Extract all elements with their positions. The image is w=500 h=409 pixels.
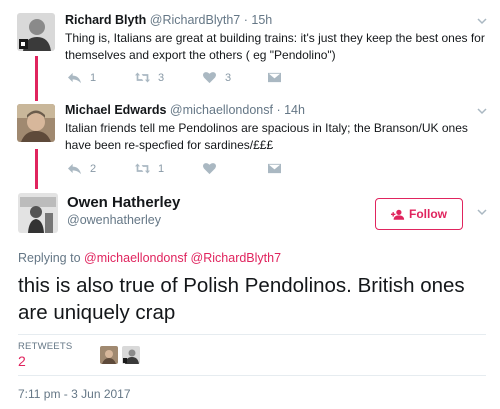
reply-icon (68, 72, 81, 84)
reply-mention-link[interactable]: @michaellondonsf (84, 251, 187, 265)
avatar-photo-icon (100, 346, 118, 364)
tweet-time[interactable]: 15h (251, 13, 272, 27)
author-handle[interactable]: @michaellondonsf (170, 103, 273, 117)
retweet-count: 1 (158, 162, 165, 175)
retweet-icon (135, 72, 150, 83)
tweet-timestamp[interactable]: 7:11 pm - 3 Jun 2017 (18, 387, 131, 401)
chevron-down-icon (477, 209, 487, 216)
reply-button[interactable]: 2 (67, 162, 96, 175)
retweet-count: 3 (158, 71, 165, 84)
main-author-name[interactable]: Owen Hatherley (67, 194, 180, 211)
separator: · (276, 103, 281, 117)
add-user-icon (391, 209, 405, 220)
heart-icon (203, 163, 216, 175)
avatar-photo-icon (18, 193, 58, 233)
retweeter-avatar[interactable] (100, 346, 118, 364)
main-tweet-text: this is also true of Polish Pendolinos. … (18, 274, 465, 324)
avatar-photo-icon (122, 346, 140, 364)
reply-mention-link[interactable]: @RichardBlyth7 (191, 251, 282, 265)
like-count: 3 (225, 71, 232, 84)
avatar-photo-icon (17, 13, 55, 51)
author-handle[interactable]: @RichardBlyth7 (150, 13, 241, 27)
more-options-caret[interactable] (476, 104, 488, 116)
reply-count: 1 (90, 71, 97, 84)
separator: · (243, 13, 248, 27)
retweet-button[interactable]: 3 (135, 71, 164, 84)
divider (18, 334, 486, 335)
author-name[interactable]: Richard Blyth (65, 13, 146, 27)
direct-message-button[interactable] (267, 162, 290, 175)
reply-count: 2 (90, 162, 97, 175)
reply-button[interactable]: 1 (67, 71, 96, 84)
like-button[interactable] (202, 162, 225, 175)
chevron-down-icon (477, 18, 487, 25)
retweets-label[interactable]: RETWEETS (18, 341, 72, 352)
divider (18, 375, 486, 376)
main-author-handle[interactable]: @owenhatherley (67, 213, 161, 227)
avatar[interactable] (18, 193, 58, 233)
retweeter-avatar[interactable] (122, 346, 140, 364)
more-options-caret[interactable] (476, 205, 488, 217)
retweet-button[interactable]: 1 (135, 162, 164, 175)
author-name[interactable]: Michael Edwards (65, 103, 166, 117)
avatar-photo-icon (17, 104, 55, 142)
thread-tweet[interactable]: Michael Edwards @michaellondonsf · 14h I… (0, 96, 500, 188)
replying-to-line: Replying to @michaellondonsf @RichardBly… (18, 251, 281, 265)
follow-button[interactable]: Follow (375, 198, 463, 230)
retweets-count[interactable]: 2 (18, 353, 26, 369)
tweet-time[interactable]: 14h (284, 103, 305, 117)
like-button[interactable]: 3 (202, 71, 231, 84)
thread-tweet[interactable]: Richard Blyth @RichardBlyth7 · 15h Thing… (0, 0, 500, 96)
tweet-text: Italian friends tell me Pendolinos are s… (65, 121, 468, 152)
heart-icon (203, 72, 216, 84)
replying-prefix: Replying to (18, 251, 81, 265)
avatar[interactable] (17, 13, 55, 51)
envelope-icon (268, 72, 281, 83)
follow-label: Follow (409, 207, 447, 221)
avatar[interactable] (17, 104, 55, 142)
retweet-icon (135, 163, 150, 174)
envelope-icon (268, 163, 281, 174)
tweet-text: Thing is, Italians are great at building… (65, 31, 485, 62)
chevron-down-icon (477, 108, 487, 115)
direct-message-button[interactable] (267, 71, 290, 84)
more-options-caret[interactable] (476, 14, 488, 26)
reply-icon (68, 163, 81, 175)
